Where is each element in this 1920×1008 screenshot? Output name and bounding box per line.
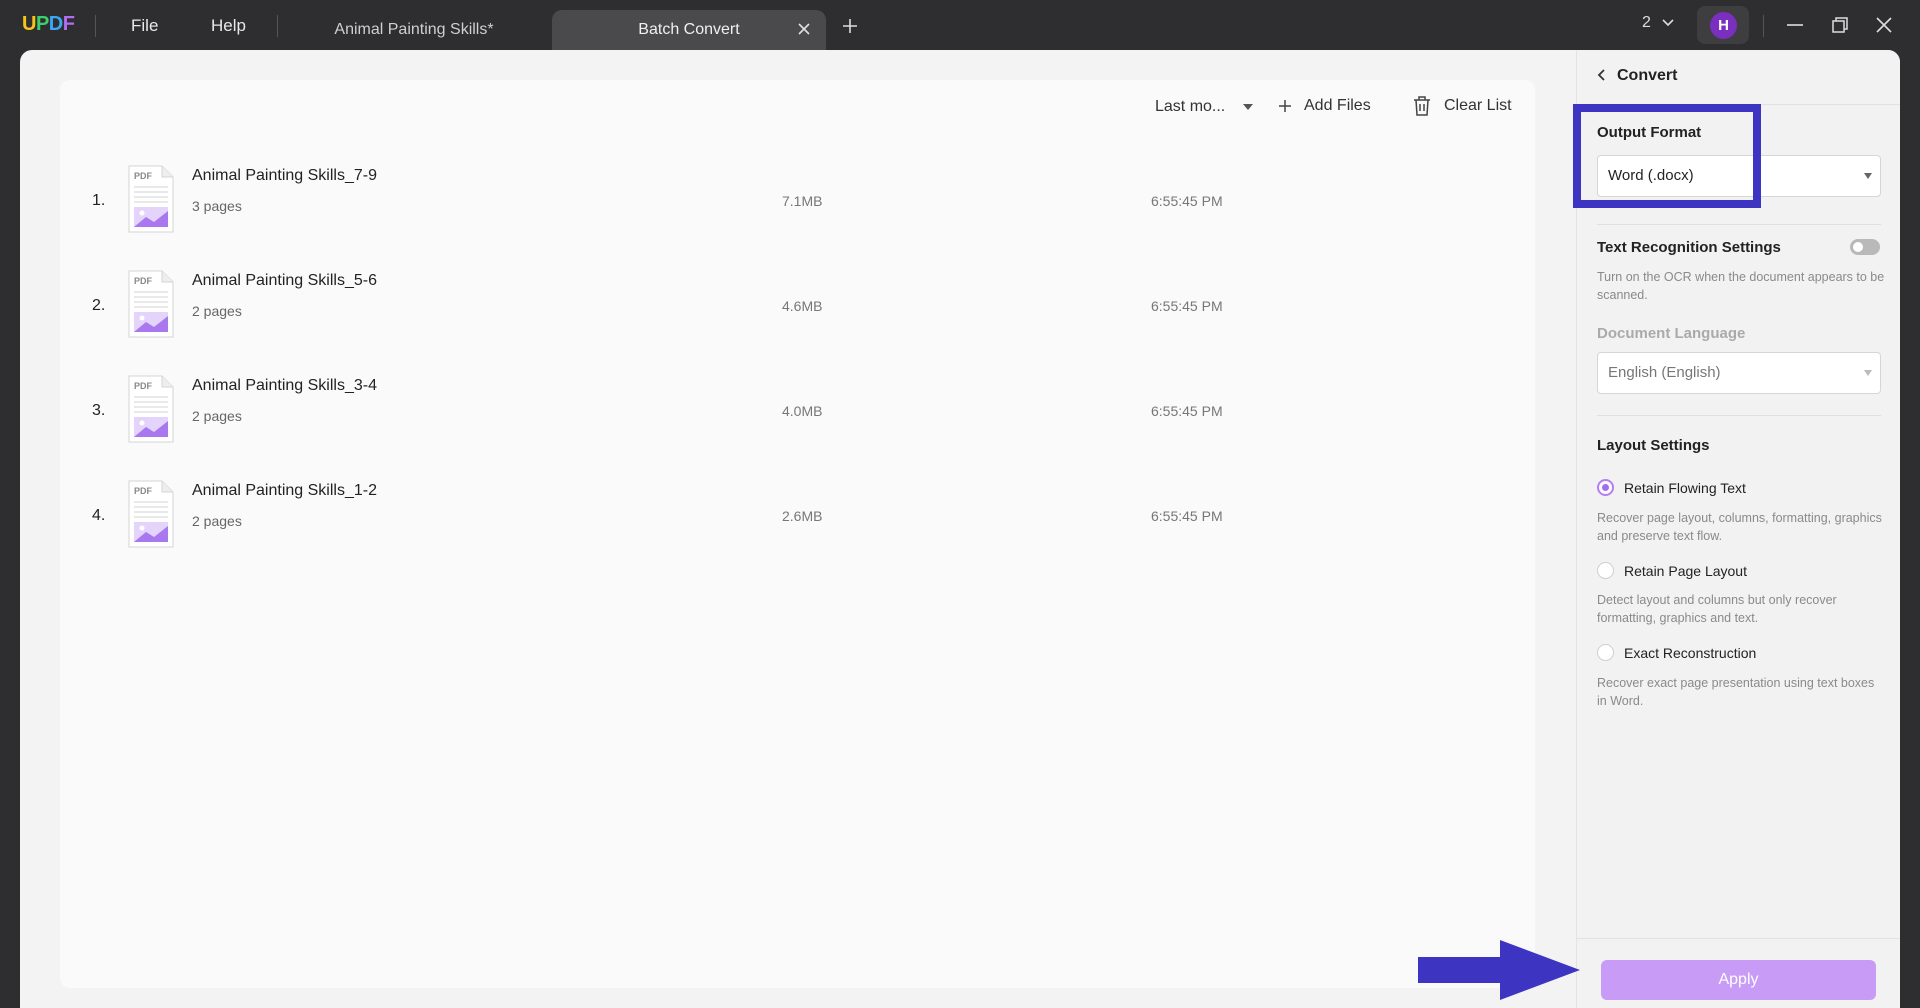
account-button[interactable]: H <box>1697 6 1749 44</box>
close-window-icon[interactable] <box>1874 15 1894 35</box>
file-name: Animal Painting Skills_7-9 <box>192 167 377 184</box>
clear-list-label: Clear List <box>1444 97 1512 114</box>
svg-text:PDF: PDF <box>134 381 153 391</box>
tab-animal-painting-skills[interactable]: Animal Painting Skills* <box>300 10 528 50</box>
radio-button[interactable] <box>1597 644 1614 661</box>
option-hint: Recover exact page presentation using te… <box>1597 676 1875 708</box>
panel-footer: Apply <box>1577 938 1900 1008</box>
divider <box>1597 224 1881 225</box>
option-exact-reconstruction[interactable]: Exact Reconstruction <box>1597 644 1756 661</box>
file-name: Animal Painting Skills_1-2 <box>192 482 377 499</box>
file-row[interactable]: 4. PDF Animal Painting Skills_1-2 2 pages 2.… <box>60 470 1535 575</box>
menu-help[interactable]: Help <box>211 16 246 36</box>
trash-icon <box>1414 96 1430 116</box>
option-label: Exact Reconstruction <box>1624 644 1757 661</box>
file-size: 4.0MB <box>782 403 823 419</box>
title-separator <box>277 15 278 37</box>
layout-settings-label: Layout Settings <box>1597 437 1710 454</box>
file-time: 6:55:45 PM <box>1151 403 1223 419</box>
file-index: 4. <box>92 507 106 524</box>
file-index: 1. <box>92 192 106 209</box>
file-size: 4.6MB <box>782 298 823 314</box>
dropdown-arrow-icon <box>1864 370 1872 376</box>
avatar: H <box>1710 12 1737 39</box>
pdf-file-icon: PDF <box>128 375 174 443</box>
panel-header: Convert <box>1577 50 1900 105</box>
tab-batch-convert-label: Batch Convert <box>638 21 740 38</box>
svg-text:PDF: PDF <box>134 276 153 286</box>
ocr-hint: Turn on the OCR when the document appear… <box>1597 270 1885 302</box>
tab-batch-convert[interactable]: Batch Convert <box>552 10 826 50</box>
add-files-label: Add Files <box>1304 97 1371 114</box>
divider <box>1597 415 1881 416</box>
file-name: Animal Painting Skills_3-4 <box>192 377 377 394</box>
clear-list-button[interactable]: Clear List <box>1412 95 1512 117</box>
option-label: Retain Flowing Text <box>1624 479 1746 496</box>
file-row[interactable]: 3. PDF Animal Painting Skills_3-4 2 pages 4.… <box>60 365 1535 470</box>
option-label: Retain Page Layout <box>1624 562 1747 579</box>
back-chevron-icon[interactable] <box>1595 68 1609 82</box>
add-files-button[interactable]: Add Files <box>1278 97 1371 115</box>
file-size: 7.1MB <box>782 193 823 209</box>
document-language-value: English (English) <box>1608 364 1721 381</box>
pdf-file-icon: PDF <box>128 480 174 548</box>
file-row[interactable]: 2. PDF Animal Painting Skills_5-6 2 pages 4.… <box>60 260 1535 365</box>
highlight-box <box>1573 104 1761 208</box>
document-language-label: Document Language <box>1597 325 1746 342</box>
file-size: 2.6MB <box>782 508 823 524</box>
ocr-label: Text Recognition Settings <box>1597 239 1781 256</box>
radio-button[interactable] <box>1597 562 1614 579</box>
file-pages: 3 pages <box>192 198 242 214</box>
file-time: 6:55:45 PM <box>1151 193 1223 209</box>
document-language-select[interactable]: English (English) <box>1597 352 1881 394</box>
dropdown-arrow-icon <box>1864 173 1872 179</box>
close-tab-icon[interactable] <box>796 21 812 37</box>
radio-button[interactable] <box>1597 479 1614 496</box>
option-retain-flowing-text[interactable]: Retain Flowing Text <box>1597 479 1746 496</box>
apply-button[interactable]: Apply <box>1601 960 1876 1000</box>
restore-icon[interactable] <box>1830 15 1850 35</box>
file-list-area: Last mo... Add Files Clear List 1. PDF Ani… <box>60 80 1535 988</box>
chevron-down-icon <box>1662 19 1674 26</box>
menu-file[interactable]: File <box>131 16 158 36</box>
annotation-arrow-icon <box>1418 940 1580 1000</box>
minimize-icon[interactable] <box>1785 15 1805 35</box>
title-bar: UPDF File Help Animal Painting Skills* B… <box>0 0 1920 50</box>
plus-icon <box>1279 100 1291 112</box>
option-retain-page-layout[interactable]: Retain Page Layout <box>1597 562 1747 579</box>
sort-dropdown[interactable]: Last mo... <box>1155 98 1254 116</box>
new-tab-icon[interactable] <box>841 17 859 35</box>
panel-title: Convert <box>1617 67 1678 84</box>
file-index: 2. <box>92 297 106 314</box>
file-pages: 2 pages <box>192 303 242 319</box>
file-time: 6:55:45 PM <box>1151 508 1223 524</box>
file-name: Animal Painting Skills_5-6 <box>192 272 377 289</box>
file-pages: 2 pages <box>192 513 242 529</box>
caret-down-icon <box>1243 104 1254 110</box>
option-hint: Recover page layout, columns, formatting… <box>1597 511 1882 543</box>
window-count[interactable]: 2 <box>1642 14 1675 32</box>
file-time: 6:55:45 PM <box>1151 298 1223 314</box>
updf-logo[interactable]: UPDF <box>22 13 75 36</box>
window-count-value: 2 <box>1642 14 1651 31</box>
file-row[interactable]: 1. PDF Animal Painting Skills_7-9 3 pages 7.… <box>60 155 1535 260</box>
file-pages: 2 pages <box>192 408 242 424</box>
title-separator <box>95 15 96 37</box>
svg-text:PDF: PDF <box>134 171 153 181</box>
pdf-file-icon: PDF <box>128 270 174 338</box>
svg-text:PDF: PDF <box>134 486 153 496</box>
option-hint: Detect layout and columns but only recov… <box>1597 593 1837 625</box>
file-index: 3. <box>92 402 106 419</box>
ocr-toggle[interactable] <box>1850 239 1880 255</box>
sort-label: Last mo... <box>1155 98 1226 115</box>
title-separator <box>1763 15 1764 37</box>
pdf-file-icon: PDF <box>128 165 174 233</box>
